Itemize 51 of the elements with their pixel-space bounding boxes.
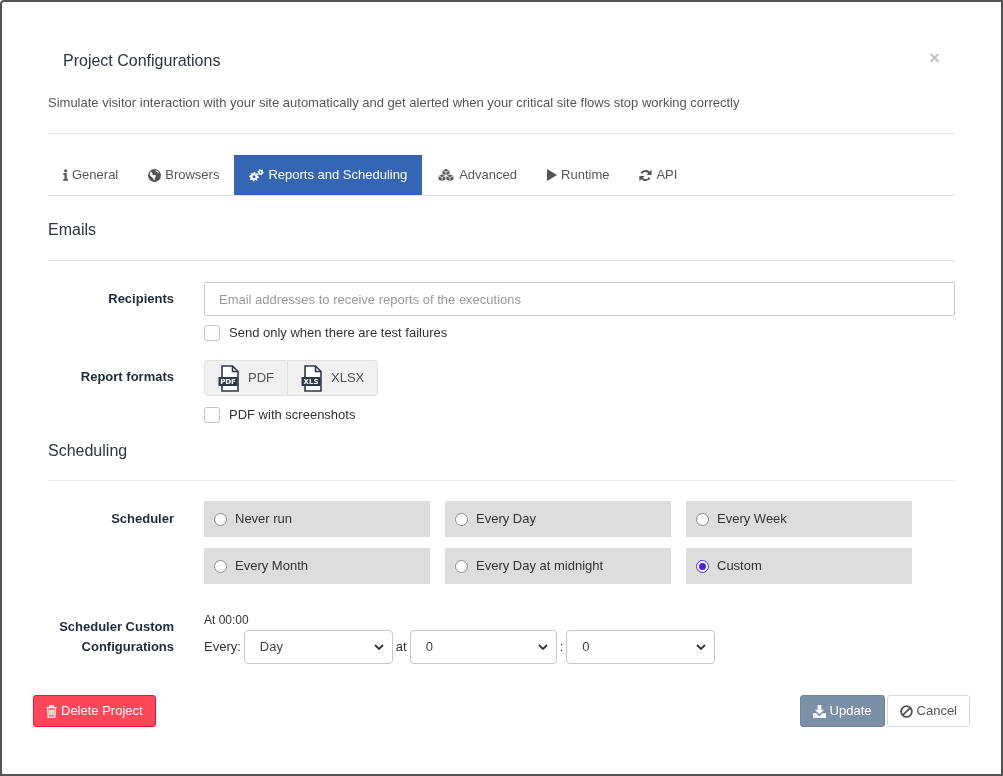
refresh-icon	[639, 168, 653, 182]
field-label: Report formats	[80, 368, 174, 386]
dialog-subtitle: Simulate visitor interaction with your site automatically and get alerted when your critical site flows stop working correctly	[48, 94, 740, 112]
schedule-summary: At 00:00	[204, 612, 249, 628]
radio-button[interactable]	[696, 512, 709, 526]
chevron-down-icon	[537, 644, 548, 650]
scheduler-option[interactable]: Never run	[204, 501, 430, 537]
recipients-input[interactable]: Email addresses to receive reports of the executions	[204, 282, 955, 316]
scheduler-option[interactable]: Every Week	[686, 501, 912, 537]
tab[interactable]: General	[48, 155, 134, 195]
tab[interactable]: Runtime	[532, 155, 625, 195]
checkbox[interactable]	[204, 325, 220, 341]
select-field[interactable]: 0	[409, 630, 557, 664]
ban-icon	[899, 704, 913, 718]
tab[interactable]: Reports and Scheduling	[234, 155, 423, 195]
chevron-down-icon	[696, 644, 707, 650]
tab[interactable]: Browsers	[133, 155, 235, 195]
checkbox-label: Send only when there are test failures	[229, 324, 448, 343]
at-label: at	[395, 638, 407, 657]
scheduler-option[interactable]: Custom	[686, 548, 912, 584]
every-label: Every:	[204, 638, 241, 657]
field-label: Scheduler	[111, 510, 174, 528]
trash-icon	[46, 704, 57, 718]
scheduler-option[interactable]: Every Day	[445, 501, 671, 537]
globe-icon	[148, 168, 162, 182]
time-separator: :	[559, 638, 564, 657]
tab[interactable]: Advanced	[422, 155, 533, 195]
field-label: Scheduler Custom Configurations	[58, 618, 174, 656]
scheduler-option[interactable]: Every Day at midnight	[445, 548, 671, 584]
radio-button[interactable]	[455, 512, 468, 526]
checkbox-label: PDF with screenshots	[229, 406, 356, 425]
radio-button[interactable]	[214, 512, 227, 526]
play-icon	[547, 169, 558, 181]
radio-button[interactable]	[696, 559, 709, 573]
section-heading: Emails	[48, 220, 96, 240]
dialog-title: Project Configurations	[62, 51, 221, 71]
scheduler-option[interactable]: Every Month	[204, 548, 430, 584]
cubes-icon	[437, 168, 456, 182]
radio-button[interactable]	[214, 559, 227, 573]
checkbox[interactable]	[204, 407, 220, 423]
select-field[interactable]: Day	[243, 630, 393, 664]
field-label: Recipients	[108, 290, 174, 308]
info-icon	[63, 169, 68, 181]
section-heading: Scheduling	[48, 441, 128, 461]
radio-button[interactable]	[455, 559, 468, 573]
tab[interactable]: API	[624, 155, 693, 195]
download-icon	[812, 704, 826, 718]
gears-icon	[249, 168, 265, 182]
select-field[interactable]: 0	[566, 630, 716, 664]
cancel-button[interactable]: Cancel	[886, 695, 970, 727]
chevron-down-icon	[373, 644, 384, 650]
